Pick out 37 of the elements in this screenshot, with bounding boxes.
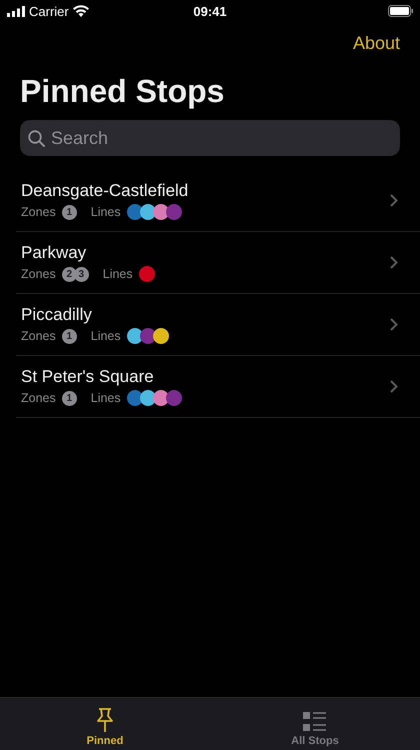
lines-label: Lines xyxy=(90,205,121,219)
list-icon xyxy=(303,711,327,733)
signal-icon xyxy=(7,6,25,16)
about-button[interactable]: About xyxy=(352,32,400,54)
stop-row[interactable]: St Peter's Square Zones 1 Lines xyxy=(16,356,420,418)
battery-icon xyxy=(388,5,414,17)
zone-badge: 2 xyxy=(62,266,77,282)
chevron-icon xyxy=(390,256,398,269)
chevron-icon xyxy=(390,194,398,207)
zone-badge: 1 xyxy=(62,328,77,344)
lines-label: Lines xyxy=(90,391,121,405)
carrier-name: Carrier xyxy=(29,4,69,18)
stop-row[interactable]: Deansgate-Castlefield Zones 1 Lines xyxy=(16,170,420,232)
zones-label: Zones xyxy=(21,391,56,405)
stop-name: Parkway xyxy=(21,243,88,263)
lines-label: Lines xyxy=(90,329,121,343)
stop-name: St Peter's Square xyxy=(21,367,155,387)
search-field[interactable]: Search xyxy=(20,120,400,156)
zones-label: Zones xyxy=(21,205,56,219)
zones-label: Zones xyxy=(21,267,56,281)
pin-icon xyxy=(95,707,115,733)
zone-badge: 1 xyxy=(62,390,77,406)
tab-button[interactable]: Pinned xyxy=(0,698,210,750)
stop-name: Deansgate-Castlefield xyxy=(21,181,188,201)
stop-row[interactable]: Piccadilly Zones 1 Lines xyxy=(16,294,420,356)
chevron-icon xyxy=(390,380,398,393)
chevron-icon xyxy=(390,318,398,331)
wifi-icon xyxy=(72,5,89,17)
zone-badge: 1 xyxy=(62,204,77,220)
page-title: Pinned Stops xyxy=(20,72,226,111)
stop-row[interactable]: Parkway Zones 2 3 Lines xyxy=(16,232,420,294)
zone-badge: 3 xyxy=(74,266,89,282)
status-time: 09:41 xyxy=(193,4,227,18)
zones-label: Zones xyxy=(21,329,56,343)
lines-label: Lines xyxy=(102,267,133,281)
stop-name: Piccadilly xyxy=(21,305,93,325)
tab-button[interactable]: All Stops xyxy=(210,698,420,750)
